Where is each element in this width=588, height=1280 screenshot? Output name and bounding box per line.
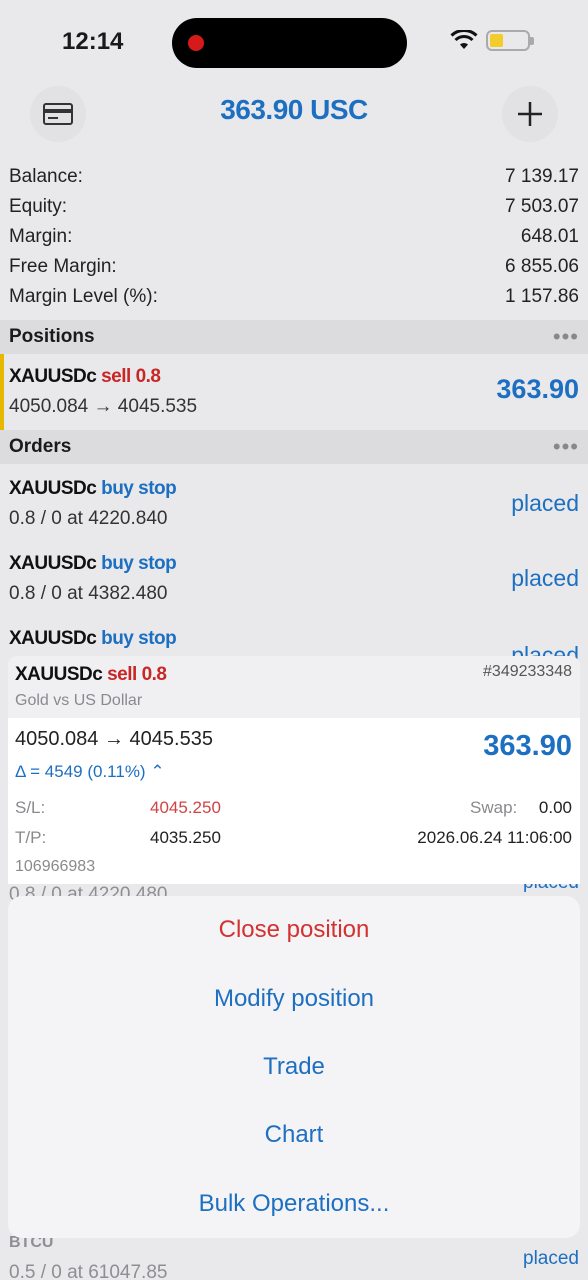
position-profit: 363.90: [496, 374, 579, 404]
price-range: 4050.084 → 4045.535: [15, 728, 213, 750]
trade-button[interactable]: Trade: [8, 1033, 580, 1101]
order-symbol: XAUUSDc buy stop: [9, 478, 177, 500]
summary-label: Margin:: [9, 226, 73, 247]
dynamic-island: [172, 18, 407, 68]
card-side: sell 0.8: [107, 664, 167, 685]
sl-value: 4045.250: [150, 798, 221, 817]
symbol-text: XAUUSDc: [9, 478, 97, 499]
position-detail-card: XAUUSDc sell 0.8 #349233348 Gold vs US D…: [8, 656, 580, 884]
summary-label: Balance:: [9, 166, 83, 187]
position-row[interactable]: XAUUSDc sell 0.8 4050.084 → 4045.535 363…: [0, 354, 588, 430]
status-bar: 12:14: [0, 0, 588, 84]
order-state: placed: [511, 565, 579, 591]
bulk-operations-button[interactable]: Bulk Operations...: [8, 1170, 580, 1238]
recording-indicator-icon: [188, 35, 204, 51]
orders-header: Orders •••: [0, 430, 588, 464]
summary-row-equity: Equity: 7 503.07: [0, 192, 588, 222]
order-row[interactable]: XAUUSDc buy stop 0.8 / 0 at 4220.840 pla…: [0, 466, 588, 542]
page-title: 363.90 USC: [220, 94, 368, 125]
summary-value: 648.01: [520, 226, 579, 247]
summary-value: 1 157.86: [505, 286, 579, 307]
status-time: 12:14: [62, 28, 124, 55]
symbol-text: XAUUSDc: [15, 664, 103, 685]
summary-row-balance: Balance: 7 139.17: [0, 162, 588, 192]
summary-label: Margin Level (%):: [9, 286, 158, 307]
more-icon[interactable]: •••: [553, 434, 579, 460]
tp-label: T/P:: [15, 828, 47, 847]
order-row[interactable]: XAUUSDc buy stop 0.8 / 0 at 4382.480 pla…: [0, 541, 588, 617]
tp-value: 4035.250: [150, 828, 221, 847]
order-side: buy stop: [101, 478, 177, 499]
position-indicator: [0, 354, 4, 430]
summary-value: 7 139.17: [505, 166, 579, 187]
peek-state: placed: [523, 1248, 579, 1269]
modify-position-button[interactable]: Modify position: [8, 964, 580, 1032]
summary-label: Equity:: [9, 196, 68, 217]
peek-detail: 0.5 / 0 at 61047.85: [9, 1262, 168, 1280]
order-side: buy stop: [101, 553, 177, 574]
symbol-text: XAUUSDc: [9, 628, 97, 649]
plus-icon: [518, 102, 542, 126]
section-title: Positions: [9, 326, 95, 347]
sl-label: S/L:: [15, 798, 46, 817]
wifi-icon: [450, 30, 478, 49]
ticket-number: #349233348: [483, 663, 572, 680]
summary-value: 7 503.07: [505, 196, 579, 217]
nav-bar: 363.90 USC: [0, 84, 588, 144]
order-symbol: XAUUSDc buy stop: [9, 553, 177, 575]
order-side: buy stop: [101, 628, 177, 649]
order-state: placed: [511, 490, 579, 516]
card-symbol: XAUUSDc sell 0.8: [15, 664, 167, 686]
position-id: 106966983: [15, 858, 96, 875]
symbol-text: XAUUSDc: [9, 366, 97, 387]
position-detail: 4050.084 → 4045.535: [9, 396, 198, 417]
swap-label: Swap:: [470, 798, 518, 817]
order-symbol: XAUUSDc buy stop: [9, 628, 177, 650]
chart-button[interactable]: Chart: [8, 1101, 580, 1169]
new-order-button[interactable]: [502, 86, 558, 142]
more-icon[interactable]: •••: [553, 324, 579, 350]
account-summary: Balance: 7 139.17 Equity: 7 503.07 Margi…: [0, 162, 588, 312]
position-side: sell 0.8: [101, 366, 161, 387]
section-title: Orders: [9, 436, 72, 457]
symbol-text: XAUUSDc: [9, 553, 97, 574]
symbol-description: Gold vs US Dollar: [15, 692, 143, 709]
order-detail: 0.8 / 0 at 4220.840: [9, 508, 168, 529]
summary-row-margin-level: Margin Level (%): 1 157.86: [0, 282, 588, 312]
positions-header: Positions •••: [0, 320, 588, 354]
swap-value: 0.00: [538, 798, 572, 817]
open-time: 2026.06.24 11:06:00: [417, 828, 572, 847]
card-profit: 363.90: [483, 730, 572, 762]
battery-icon: [486, 30, 534, 51]
summary-label: Free Margin:: [9, 256, 117, 277]
summary-value: 6 855.06: [505, 256, 579, 277]
close-position-button[interactable]: Close position: [8, 896, 580, 964]
position-symbol: XAUUSDc sell 0.8: [9, 366, 161, 388]
summary-row-margin: Margin: 648.01: [0, 222, 588, 252]
price-delta: Δ = 4549 (0.11%) ⌃: [15, 762, 165, 781]
order-detail: 0.8 / 0 at 4382.480: [9, 583, 168, 604]
action-sheet: Close position Modify position Trade Cha…: [8, 896, 580, 1238]
card-header: XAUUSDc sell 0.8 #349233348 Gold vs US D…: [8, 656, 580, 718]
summary-row-free-margin: Free Margin: 6 855.06: [0, 252, 588, 282]
